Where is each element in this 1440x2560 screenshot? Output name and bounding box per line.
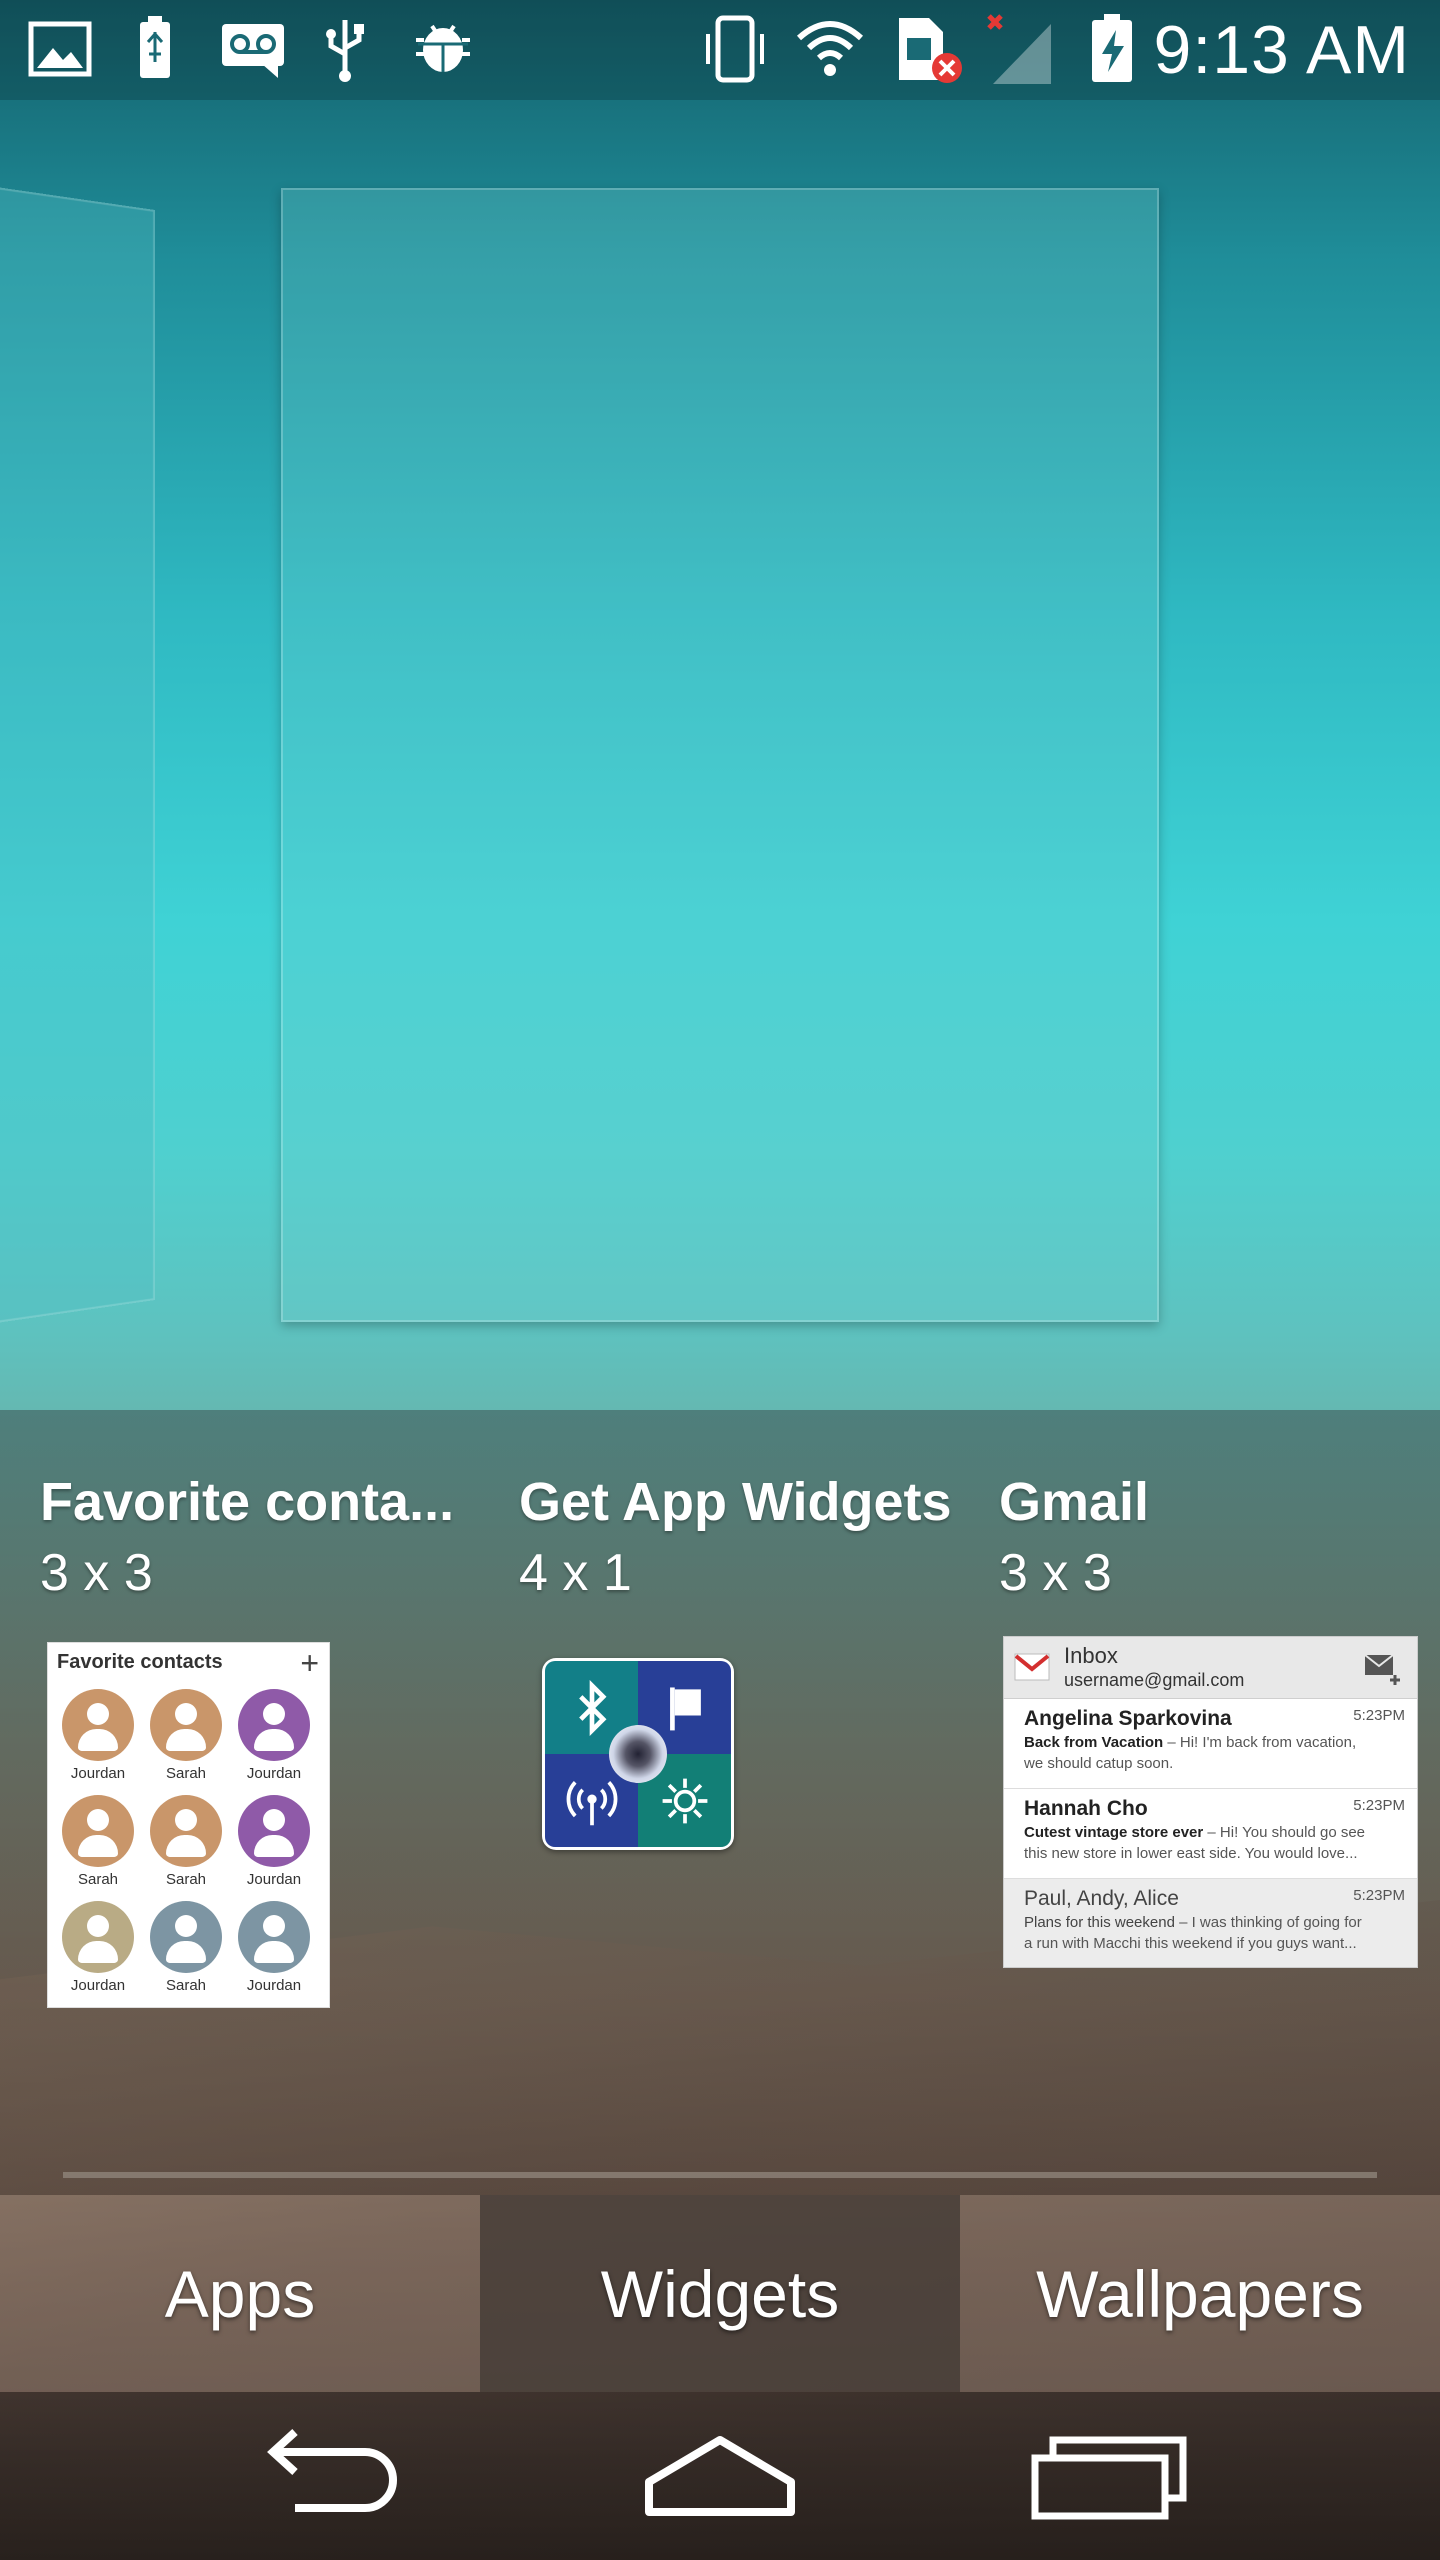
widget-title: Favorite conta... xyxy=(40,1472,455,1532)
contact-item: Jourdan xyxy=(53,1689,143,1789)
android-debug-icon xyxy=(408,14,478,84)
message-snippet: – Hi! You should go see xyxy=(1203,1824,1366,1841)
widget-size: 3 x 3 xyxy=(999,1544,1112,1602)
recents-icon[interactable] xyxy=(1025,2422,1195,2532)
message-time: 5:23PM xyxy=(1353,1797,1405,1814)
widget-get-app-widgets[interactable]: Get App Widgets 4 x 1 xyxy=(519,1470,979,1604)
avatar xyxy=(62,1901,134,1973)
tab-wallpapers[interactable]: Wallpapers xyxy=(960,2195,1440,2392)
contact-name: Jourdan xyxy=(70,1977,126,1994)
message-snippet: – Hi! I'm back from vacation, xyxy=(1163,1734,1357,1751)
message-sender: Angelina Sparkovina xyxy=(1024,1707,1232,1730)
contact-item: Jourdan xyxy=(53,1901,143,2001)
widget-title: Get App Widgets xyxy=(519,1472,952,1532)
gmail-preview[interactable]: Inbox username@gmail.com Angelina Sparko… xyxy=(1003,1636,1418,1968)
status-bar: 9:13 AM xyxy=(0,0,1440,100)
widget-center-dot xyxy=(609,1725,667,1783)
battery-charging-icon xyxy=(1080,14,1150,84)
message-snippet-line2: we should catup soon. xyxy=(1024,1755,1174,1772)
contact-name: Jourdan xyxy=(246,1871,302,1888)
widget-list-scrollbar[interactable] xyxy=(63,2172,1377,2178)
tab-apps[interactable]: Apps xyxy=(0,2195,480,2392)
back-icon[interactable] xyxy=(245,2422,415,2532)
contact-item: Jourdan xyxy=(229,1795,319,1895)
contact-name: Jourdan xyxy=(246,1765,302,1782)
avatar xyxy=(150,1795,222,1867)
avatar xyxy=(62,1689,134,1761)
contact-name: Jourdan xyxy=(70,1765,126,1782)
widget-favorite-contacts[interactable]: Favorite conta... 3 x 3 xyxy=(40,1470,500,1604)
wifi-icon xyxy=(795,14,865,84)
message-time: 5:23PM xyxy=(1353,1887,1405,1904)
get-app-widgets-preview[interactable] xyxy=(542,1658,734,1850)
add-contact-icon: + xyxy=(300,1645,319,1681)
contact-name: Sarah xyxy=(165,1871,207,1888)
contact-item: Sarah xyxy=(141,1689,231,1789)
compose-icon xyxy=(1363,1651,1403,1685)
status-time: 9:13 AM xyxy=(1153,12,1410,88)
tab-bar: Apps Widgets Wallpapers xyxy=(0,2195,1440,2392)
sim-error-icon xyxy=(893,14,963,84)
avatar xyxy=(62,1795,134,1867)
contact-item: Sarah xyxy=(141,1901,231,2001)
favorite-contacts-preview[interactable]: Favorite contacts + Jourdan Sarah Jourdan S… xyxy=(47,1642,330,2008)
contact-name: Sarah xyxy=(77,1871,119,1888)
avatar xyxy=(238,1689,310,1761)
message-snippet-line2: a run with Macchi this weekend if you gu… xyxy=(1024,1935,1357,1952)
gmail-message-row: Hannah Cho 5:23PM Cutest vintage store e… xyxy=(1004,1789,1417,1879)
contact-name: Sarah xyxy=(165,1765,207,1782)
widget-title: Gmail xyxy=(999,1472,1150,1532)
gmail-account: username@gmail.com xyxy=(1064,1670,1245,1690)
avatar xyxy=(150,1689,222,1761)
message-time: 5:23PM xyxy=(1353,1707,1405,1724)
message-subject: Cutest vintage store ever xyxy=(1024,1824,1204,1841)
contact-item: Jourdan xyxy=(229,1689,319,1789)
message-subject: Plans for this weekend xyxy=(1024,1914,1175,1931)
avatar xyxy=(238,1901,310,1973)
contact-item: Jourdan xyxy=(229,1901,319,2001)
message-sender: Hannah Cho xyxy=(1024,1797,1148,1820)
tab-widgets[interactable]: Widgets xyxy=(480,2195,960,2392)
gmail-header: Inbox username@gmail.com xyxy=(1004,1637,1417,1699)
image-icon xyxy=(25,14,95,84)
avatar xyxy=(238,1795,310,1867)
gmail-inbox-label: Inbox xyxy=(1064,1643,1118,1668)
gmail-message-row: Angelina Sparkovina 5:23PM Back from Vac… xyxy=(1004,1699,1417,1789)
home-screen-page-previous[interactable] xyxy=(0,185,155,1325)
widget-gmail[interactable]: Gmail 3 x 3 xyxy=(999,1470,1440,1604)
widget-size: 3 x 3 xyxy=(40,1544,153,1602)
contact-name: Sarah xyxy=(165,1977,207,1994)
contact-name: Jourdan xyxy=(246,1977,302,1994)
usb-battery-icon xyxy=(120,14,190,84)
gmail-logo-icon xyxy=(1014,1653,1050,1681)
gmail-message-row: Paul, Andy, Alice 5:23PM Plans for this … xyxy=(1004,1879,1417,1967)
avatar xyxy=(150,1901,222,1973)
message-snippet-line2: this new store in lower east side. You w… xyxy=(1024,1845,1358,1862)
message-subject: Back from Vacation xyxy=(1024,1734,1164,1751)
signal-icon xyxy=(985,14,1055,84)
usb-icon xyxy=(310,14,380,84)
vibrate-icon xyxy=(700,14,770,84)
navigation-bar xyxy=(0,2392,1440,2560)
message-snippet: – I was thinking of going for xyxy=(1174,1914,1362,1931)
widget-size: 4 x 1 xyxy=(519,1544,632,1602)
favorite-contacts-header: Favorite contacts xyxy=(57,1651,223,1673)
home-screen-page-preview[interactable] xyxy=(281,188,1159,1322)
contact-item: Sarah xyxy=(141,1795,231,1895)
contact-item: Sarah xyxy=(53,1795,143,1895)
home-icon[interactable] xyxy=(635,2422,805,2532)
message-sender: Paul, Andy, Alice xyxy=(1024,1887,1179,1910)
voicemail-icon xyxy=(218,14,288,84)
